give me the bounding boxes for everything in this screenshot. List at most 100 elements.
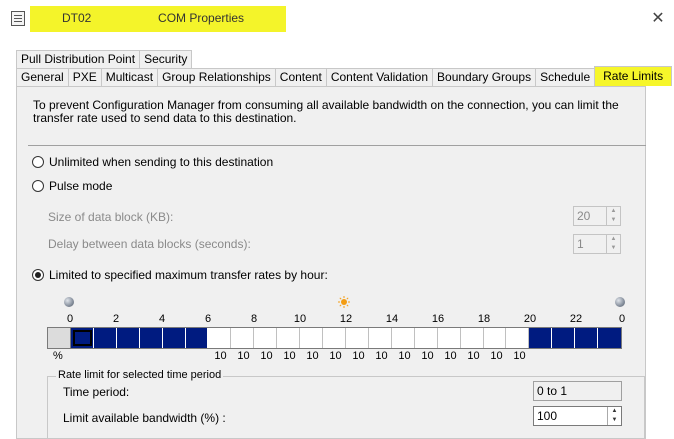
down-arrow-icon[interactable]: ▼ (607, 216, 620, 225)
hour-slot[interactable] (70, 328, 94, 348)
radio-pulse-mode[interactable] (32, 180, 44, 192)
tab-row-lower: General PXE Multicast Group Relationships Co… (16, 66, 673, 86)
slot-value: 10 (352, 350, 365, 362)
tab-group-relationships[interactable]: Group Relationships (157, 68, 276, 86)
percent-label: % (53, 350, 63, 362)
tab-schedule[interactable]: Schedule (535, 68, 596, 86)
slot-value: 10 (283, 350, 296, 362)
hourly-rate-grid[interactable] (47, 327, 622, 349)
hour-slot[interactable] (116, 328, 140, 348)
hour-label: 8 (250, 313, 258, 325)
hour-slot[interactable] (208, 328, 232, 348)
up-arrow-icon[interactable]: ▲ (607, 235, 620, 244)
close-button[interactable]: ✕ (648, 8, 668, 28)
up-arrow-icon[interactable]: ▲ (608, 407, 621, 416)
hour-slot[interactable] (598, 328, 622, 348)
hour-slot[interactable] (162, 328, 186, 348)
grid-legend-cell (48, 328, 71, 348)
up-arrow-icon[interactable]: ▲ (607, 207, 620, 216)
hour-slot[interactable] (277, 328, 301, 348)
block-size-value[interactable]: 20 (574, 207, 606, 225)
hour-slot[interactable] (231, 328, 255, 348)
time-period-field: 0 to 1 (533, 381, 622, 401)
radio-limited[interactable] (32, 269, 44, 281)
radio-unlimited[interactable] (32, 156, 44, 168)
moon-icon (64, 297, 74, 307)
hour-label: 20 (523, 313, 537, 325)
separator (28, 145, 646, 146)
option-unlimited-label: Unlimited when sending to this destinati… (49, 155, 274, 169)
moon-icon (615, 297, 625, 307)
slot-value: 10 (467, 350, 480, 362)
hour-slot[interactable] (552, 328, 576, 348)
slot-value: 10 (260, 350, 273, 362)
slot-value: 10 (421, 350, 434, 362)
option-limited[interactable]: Limited to specified maximum transfer ra… (32, 268, 328, 282)
properties-window-icon (11, 11, 25, 26)
hour-slot[interactable] (460, 328, 484, 348)
tab-content-validation[interactable]: Content Validation (325, 68, 434, 86)
hour-label: 16 (431, 313, 445, 325)
hour-slot[interactable] (185, 328, 209, 348)
hour-slot[interactable] (323, 328, 346, 348)
slot-value: 10 (306, 350, 319, 362)
title-bar: DT02 COM Properties ✕ (0, 0, 674, 38)
hour-label: 18 (477, 313, 491, 325)
tab-rate-limits[interactable]: Rate Limits (594, 66, 673, 86)
slot-value: 10 (237, 350, 250, 362)
slot-value: 10 (513, 350, 526, 362)
intro-text: To prevent Configuration Manager from co… (33, 98, 619, 125)
slot-value: 10 (329, 350, 342, 362)
bandwidth-stepper[interactable]: 100 ▲ ▼ (533, 406, 622, 426)
hour-slot[interactable] (300, 328, 324, 348)
delay-label: Delay between data blocks (seconds): (48, 237, 251, 251)
hour-slot[interactable] (139, 328, 163, 348)
sun-icon (338, 296, 350, 308)
hour-slot[interactable] (414, 328, 438, 348)
down-arrow-icon[interactable]: ▼ (607, 244, 620, 253)
hour-slot[interactable] (529, 328, 553, 348)
hour-slot[interactable] (506, 328, 530, 348)
tab-general[interactable]: General (16, 68, 69, 86)
hour-label: 12 (339, 313, 353, 325)
slot-value: 10 (398, 350, 411, 362)
hour-label: 0 (66, 313, 74, 325)
tab-boundary-groups[interactable]: Boundary Groups (432, 68, 537, 86)
hour-slot[interactable] (483, 328, 507, 348)
slot-value: 10 (214, 350, 227, 362)
hour-label: 22 (569, 313, 583, 325)
delay-stepper[interactable]: 1 ▲ ▼ (573, 234, 621, 254)
tab-pxe[interactable]: PXE (67, 68, 102, 86)
hour-slot[interactable] (368, 328, 392, 348)
hour-slot[interactable] (254, 328, 278, 348)
bandwidth-label: Limit available bandwidth (%) : (63, 411, 226, 425)
option-limited-label: Limited to specified maximum transfer ra… (49, 268, 328, 282)
hour-slot[interactable] (93, 328, 117, 348)
slot-value: 10 (490, 350, 503, 362)
option-unlimited[interactable]: Unlimited when sending to this destinati… (32, 155, 273, 169)
hour-label: 10 (293, 313, 307, 325)
option-pulse-mode[interactable]: Pulse mode (32, 179, 112, 193)
tab-pull-distribution-point[interactable]: Pull Distribution Point (16, 50, 141, 68)
slot-value: 10 (444, 350, 457, 362)
hour-slot[interactable] (345, 328, 369, 348)
hour-slot[interactable] (391, 328, 415, 348)
tab-content[interactable]: Content (274, 68, 327, 86)
down-arrow-icon[interactable]: ▼ (608, 416, 621, 425)
delay-value[interactable]: 1 (574, 235, 606, 253)
hour-label: 14 (385, 313, 399, 325)
hour-label: 0 (618, 313, 626, 325)
tab-row-upper: Pull Distribution Point Security (16, 50, 193, 68)
block-size-label: Size of data block (KB): (48, 210, 174, 224)
window-title: DT02 COM Properties (62, 11, 245, 25)
tab-security[interactable]: Security (139, 50, 193, 68)
option-pulse-label: Pulse mode (49, 179, 113, 193)
hour-slot[interactable] (437, 328, 461, 348)
block-size-stepper[interactable]: 20 ▲ ▼ (573, 206, 621, 226)
hour-slot[interactable] (575, 328, 599, 348)
hour-label: 6 (204, 313, 212, 325)
bandwidth-value[interactable]: 100 (534, 407, 607, 425)
tab-multicast[interactable]: Multicast (100, 68, 159, 86)
hour-label: 4 (158, 313, 166, 325)
hour-label: 2 (112, 313, 120, 325)
